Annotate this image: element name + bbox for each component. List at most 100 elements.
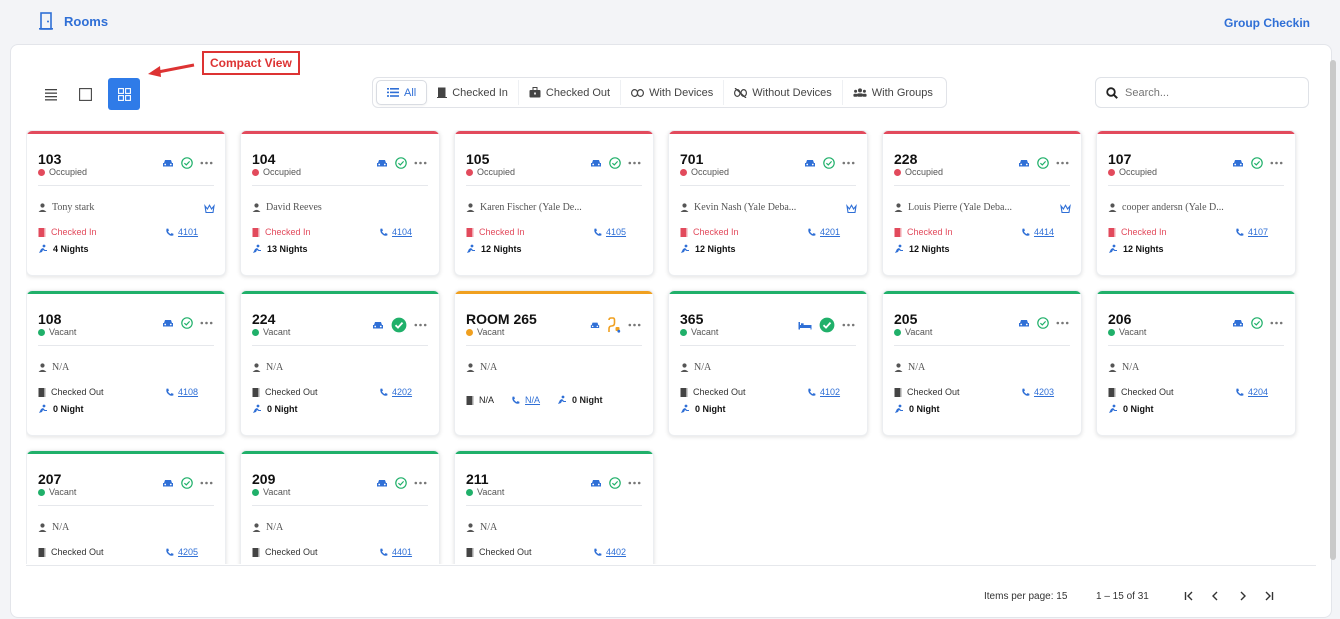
more-icon[interactable] xyxy=(414,481,427,485)
compact-view-button[interactable] xyxy=(108,78,140,110)
more-icon[interactable] xyxy=(1270,321,1283,325)
more-icon[interactable] xyxy=(414,161,427,165)
next-page-button[interactable] xyxy=(1234,587,1252,605)
more-icon[interactable] xyxy=(1270,161,1283,165)
car-icon xyxy=(377,479,387,486)
filter-all[interactable]: All xyxy=(376,80,428,105)
filter-checked-in[interactable]: Checked In xyxy=(427,80,519,105)
room-card[interactable]: 107 Occupied cooper andersn (Yale D... Chec… xyxy=(1096,130,1296,276)
phone-extension[interactable]: 4101 xyxy=(165,227,198,237)
brand[interactable]: Rooms xyxy=(38,12,108,30)
card-view-button[interactable] xyxy=(74,83,96,105)
phone-icon xyxy=(1236,228,1244,236)
group-checkin-link[interactable]: Group Checkin xyxy=(1224,16,1310,30)
crown-icon xyxy=(204,204,215,214)
status-dot xyxy=(38,488,45,496)
status-dot xyxy=(1108,328,1115,336)
phone-extension[interactable]: 4104 xyxy=(379,227,412,237)
nights-count: 12 Nights xyxy=(680,244,736,254)
door-icon xyxy=(466,395,474,405)
filter-with-devices[interactable]: With Devices xyxy=(621,80,725,105)
room-card[interactable]: 206 Vacant N/A Checked Out 4204 0 Night xyxy=(1096,290,1296,436)
car-icon xyxy=(377,159,387,166)
room-card[interactable]: 228 Occupied Louis Pierre (Yale Deba... Che… xyxy=(882,130,1082,276)
checkin-status: Checked In xyxy=(894,227,953,237)
filter-bar: All Checked In Checked Out With Devices … xyxy=(372,77,947,108)
check-circle-icon xyxy=(1037,157,1049,169)
status-band xyxy=(669,131,867,134)
phone-icon xyxy=(380,228,388,236)
status-dot xyxy=(252,488,259,496)
room-details: N/A N/A 0 Night xyxy=(466,395,603,405)
room-card[interactable]: 207VacantN/AChecked Out42050 Night xyxy=(26,450,226,564)
previous-page-button[interactable] xyxy=(1206,587,1224,605)
list-view-button[interactable] xyxy=(40,83,62,105)
more-icon[interactable] xyxy=(200,321,213,325)
checkin-status: Checked Out xyxy=(38,387,104,397)
phone-extension[interactable]: 4107 xyxy=(1235,227,1268,237)
phone-extension[interactable]: 4205 xyxy=(165,547,198,557)
items-per-page-select[interactable]: 15 xyxy=(1056,591,1067,602)
more-icon[interactable] xyxy=(628,161,641,165)
phone-extension[interactable]: 4102 xyxy=(807,387,840,397)
divider xyxy=(38,345,214,346)
phone-extension[interactable]: 4202 xyxy=(379,387,412,397)
room-number: 228 xyxy=(894,151,918,167)
list-view-icon xyxy=(45,88,57,100)
room-card[interactable]: 205 Vacant N/A Checked Out 4203 0 Night xyxy=(882,290,1082,436)
first-page-button[interactable] xyxy=(1180,587,1198,605)
phone-icon xyxy=(166,548,174,556)
status-band xyxy=(669,291,867,294)
room-card[interactable]: 365 Vacant N/A Checked Out 4102 0 Night xyxy=(668,290,868,436)
filter-without-devices[interactable]: Without Devices xyxy=(724,80,843,105)
room-card[interactable]: 701 Occupied Kevin Nash (Yale Deba... Check… xyxy=(668,130,868,276)
room-card[interactable]: 224 Vacant N/A Checked Out 4202 0 Night xyxy=(240,290,440,436)
room-card[interactable]: 105 Occupied Karen Fischer (Yale De... Chec… xyxy=(454,130,654,276)
more-icon[interactable] xyxy=(414,323,427,327)
more-icon[interactable] xyxy=(628,323,641,327)
square-view-icon xyxy=(78,87,92,101)
room-card[interactable]: 104 Occupied David Reeves Checked In 4104 13 … xyxy=(240,130,440,276)
list-icon xyxy=(387,88,399,97)
door-icon xyxy=(1108,227,1116,237)
link-icon xyxy=(631,88,645,97)
filter-with-groups[interactable]: With Groups xyxy=(843,80,943,105)
search-input[interactable] xyxy=(1125,86,1285,99)
search-box[interactable] xyxy=(1095,77,1309,108)
check-circle-icon xyxy=(1251,157,1263,169)
user-icon xyxy=(252,523,261,532)
more-icon[interactable] xyxy=(200,161,213,165)
room-card[interactable]: 211VacantN/AChecked Out44020 Night xyxy=(454,450,654,564)
chevron-left-icon xyxy=(1212,591,1218,601)
more-icon[interactable] xyxy=(842,161,855,165)
phone-extension[interactable]: 4414 xyxy=(1021,227,1054,237)
room-actions xyxy=(376,477,427,489)
phone-extension[interactable]: 4204 xyxy=(1235,387,1268,397)
room-actions xyxy=(804,157,855,169)
room-number: 224 xyxy=(252,311,276,327)
phone-extension[interactable]: 4105 xyxy=(593,227,626,237)
phone-extension[interactable]: 4402 xyxy=(593,547,626,557)
more-icon[interactable] xyxy=(200,481,213,485)
room-number: ROOM 265 xyxy=(466,311,537,327)
phone-extension[interactable]: 4203 xyxy=(1021,387,1054,397)
phone-extension[interactable]: N/A xyxy=(525,395,540,405)
phone-extension[interactable]: 4401 xyxy=(379,547,412,557)
last-page-button[interactable] xyxy=(1260,587,1278,605)
more-icon[interactable] xyxy=(1056,161,1069,165)
door-icon xyxy=(466,547,474,557)
more-icon[interactable] xyxy=(1056,321,1069,325)
room-card[interactable]: 108 Vacant N/A Checked Out 4108 0 Night xyxy=(26,290,226,436)
room-card[interactable]: 103 Occupied Tony stark Checked In 4101 4 Nig… xyxy=(26,130,226,276)
divider xyxy=(466,185,642,186)
more-icon[interactable] xyxy=(842,323,855,327)
more-icon[interactable] xyxy=(628,481,641,485)
phone-extension[interactable]: 4108 xyxy=(165,387,198,397)
scrollbar[interactable] xyxy=(1330,60,1336,560)
phone-extension[interactable]: 4201 xyxy=(807,227,840,237)
filter-checked-out[interactable]: Checked Out xyxy=(519,80,622,105)
nights-count: 0 Night xyxy=(894,404,940,414)
door-icon xyxy=(39,12,53,30)
room-card[interactable]: 209VacantN/AChecked Out44010 Night xyxy=(240,450,440,564)
room-card[interactable]: ROOM 265 Vacant N/A N/A N/A 0 Night xyxy=(454,290,654,436)
